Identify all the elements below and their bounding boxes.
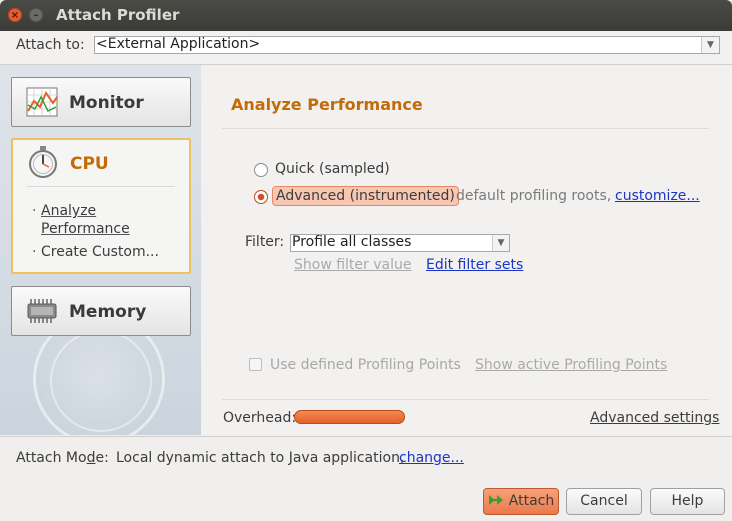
help-button[interactable]: Help [650, 488, 725, 515]
attach-mode-label: Attach Mode: [16, 450, 109, 466]
cpu-option-analyze-performance[interactable]: · Analyze Performance [32, 202, 141, 238]
show-active-profiling-points-link: Show active Profiling Points [475, 357, 668, 373]
advanced-instrumented-radio[interactable] [254, 190, 268, 204]
minimize-icon[interactable]: – [29, 8, 43, 22]
nav-cpu-panel[interactable]: CPU · Analyze Performance · Create Custom.… [11, 138, 191, 274]
divider [0, 436, 732, 437]
change-attach-mode-link[interactable]: change... [399, 450, 464, 466]
attach-to-label: Attach to: [16, 37, 85, 53]
stopwatch-icon [29, 146, 57, 178]
monitor-chart-icon [26, 87, 58, 117]
use-defined-profiling-points-checkbox [249, 358, 262, 371]
attach-mode-value: Local dynamic attach to Java application… [116, 450, 405, 466]
divider [222, 399, 709, 400]
filter-value: Profile all classes [292, 234, 412, 250]
advanced-settings-link[interactable]: Advanced settings [590, 410, 719, 426]
cpu-option-analyze-label: Analyze Performance [41, 203, 130, 237]
filter-label: Filter: [245, 234, 285, 250]
edit-filter-sets-link[interactable]: Edit filter sets [426, 257, 523, 273]
cancel-button[interactable]: Cancel [566, 488, 642, 515]
nav-memory-label: Memory [69, 302, 147, 322]
attach-button-label: Attach [508, 493, 555, 509]
analyze-performance-panel: Analyze Performance Quick (sampled) Adva… [202, 65, 732, 435]
window-title: Attach Profiler [56, 6, 180, 24]
cpu-option-create-custom[interactable]: · Create Custom... [32, 244, 159, 260]
attach-run-icon [488, 495, 503, 505]
quick-sampled-label[interactable]: Quick (sampled) [275, 161, 390, 177]
use-defined-profiling-points-label: Use defined Profiling Points [270, 357, 461, 373]
cpu-divider [27, 186, 175, 187]
nav-monitor-label: Monitor [69, 93, 144, 113]
nav-memory-button[interactable]: Memory [11, 286, 191, 336]
close-icon[interactable]: × [8, 8, 22, 22]
divider [222, 128, 709, 129]
nav-cpu-label: CPU [70, 154, 109, 174]
cpu-option-create-label: Create Custom... [41, 244, 159, 260]
overhead-indicator [294, 410, 405, 424]
attach-to-row: Attach to: <External Application> ▼ [0, 31, 732, 64]
profiler-category-sidebar: Monitor CPU · Analyze Performance · Create… [0, 65, 201, 435]
attach-to-select[interactable]: <External Application> ▼ [94, 36, 720, 54]
main-area: Monitor CPU · Analyze Performance · Create… [0, 64, 732, 437]
attach-button[interactable]: Attach [483, 488, 559, 515]
chevron-down-icon[interactable]: ▼ [701, 37, 719, 53]
filter-select[interactable]: Profile all classes ▼ [290, 234, 510, 252]
customize-link[interactable]: customize... [615, 188, 700, 204]
nav-monitor-button[interactable]: Monitor [11, 77, 191, 127]
memory-chip-icon [27, 299, 57, 323]
default-roots-text: default profiling roots, [456, 188, 612, 204]
quick-sampled-radio[interactable] [254, 163, 268, 177]
panel-title: Analyze Performance [231, 95, 423, 114]
chevron-down-icon[interactable]: ▼ [492, 235, 509, 251]
attach-to-value: <External Application> [96, 36, 261, 52]
overhead-label: Overhead: [223, 410, 297, 426]
show-filter-value-link: Show filter value [294, 257, 412, 273]
title-bar: × – Attach Profiler [0, 0, 732, 31]
advanced-instrumented-label[interactable]: Advanced (instrumented) [272, 186, 459, 206]
